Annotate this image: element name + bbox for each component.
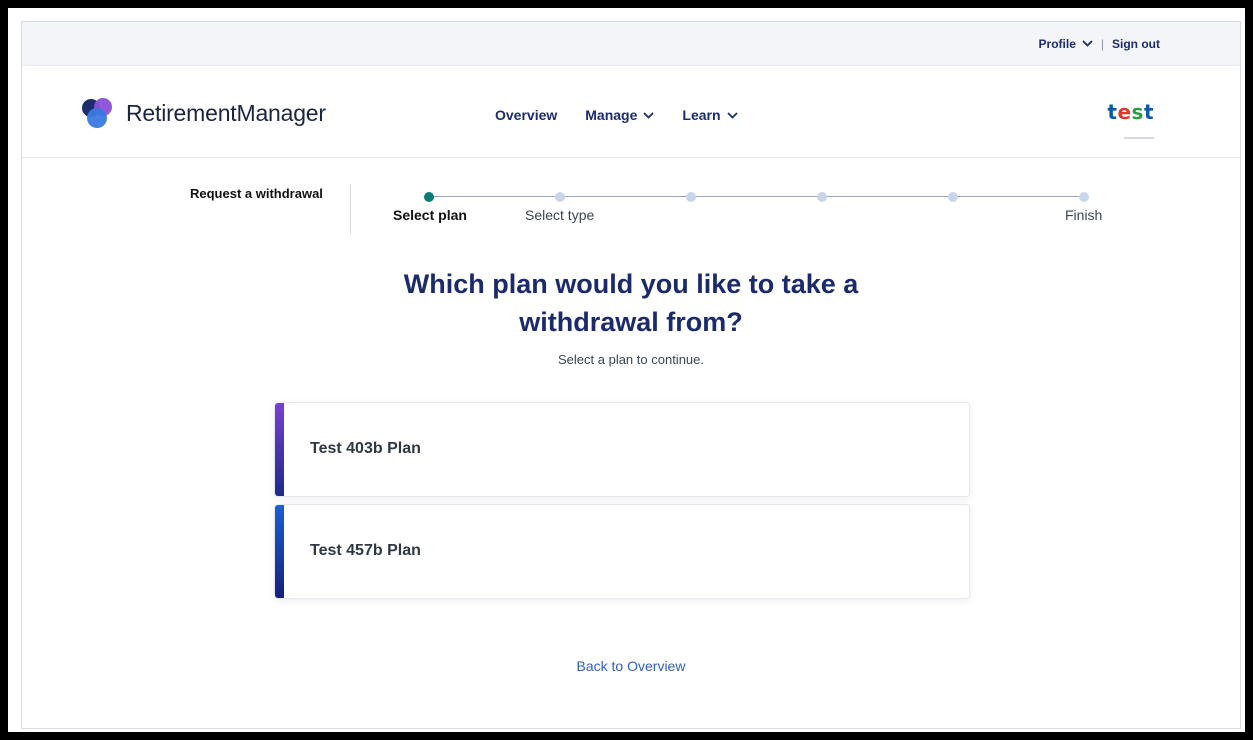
step-dot-3 bbox=[686, 192, 696, 202]
stepper-title: Request a withdrawal bbox=[190, 186, 323, 201]
nav-manage-label: Manage bbox=[585, 107, 638, 123]
nav-overview[interactable]: Overview bbox=[495, 107, 557, 123]
utility-separator: | bbox=[1100, 36, 1104, 51]
profile-menu[interactable]: Profile bbox=[1039, 37, 1093, 51]
site-header: RetirementManager Overview Manage Learn … bbox=[22, 66, 1240, 158]
plan-card-403b[interactable]: Test 403b Plan bbox=[274, 402, 970, 497]
step-label-select-type: Select type bbox=[525, 207, 595, 223]
page-title: Which plan would you like to take a with… bbox=[22, 265, 1240, 341]
step-dot-2 bbox=[555, 192, 565, 202]
page-title-line-2: withdrawal from? bbox=[519, 307, 743, 337]
brand-letter: e bbox=[1117, 100, 1132, 124]
window-frame: Profile | Sign out RetirementManager Ove… bbox=[8, 8, 1245, 732]
nav-manage[interactable]: Manage bbox=[585, 107, 655, 123]
brand-underline bbox=[1124, 137, 1154, 139]
page-subtitle: Select a plan to continue. bbox=[558, 352, 704, 367]
nav-overview-label: Overview bbox=[495, 107, 558, 123]
chevron-down-icon bbox=[643, 111, 655, 119]
chevron-down-icon bbox=[726, 111, 738, 119]
logo[interactable]: RetirementManager bbox=[80, 96, 326, 130]
page: Profile | Sign out RetirementManager Ove… bbox=[21, 21, 1241, 729]
utility-bar: Profile | Sign out bbox=[22, 22, 1240, 66]
nav-learn-label: Learn bbox=[682, 107, 721, 123]
plan-name: Test 457b Plan bbox=[310, 542, 421, 559]
page-title-line-1: Which plan would you like to take a bbox=[403, 269, 859, 299]
brand-letter: t bbox=[1107, 100, 1118, 124]
plan-card-457b[interactable]: Test 457b Plan bbox=[274, 504, 970, 599]
logo-text: RetirementManager bbox=[126, 99, 326, 126]
step-dot-6 bbox=[1079, 192, 1089, 202]
stepper-divider bbox=[350, 184, 351, 234]
plan-card-accent bbox=[275, 403, 284, 496]
plan-card-accent bbox=[275, 505, 284, 598]
stepper: Request a withdrawal Select plan Select … bbox=[22, 158, 1240, 243]
back-to-overview-link[interactable]: Back to Overview bbox=[22, 658, 1240, 674]
step-dot-4 bbox=[817, 192, 827, 202]
step-label-select-plan: Select plan bbox=[393, 207, 467, 223]
logo-mark-icon bbox=[82, 98, 112, 128]
brand-letter: t bbox=[1143, 100, 1154, 124]
nav-learn[interactable]: Learn bbox=[682, 107, 738, 123]
brand-letter: s bbox=[1131, 100, 1144, 124]
employer-brand-logo: test bbox=[1107, 100, 1154, 124]
sign-out-link[interactable]: Sign out bbox=[1112, 37, 1160, 51]
profile-label: Profile bbox=[1038, 36, 1076, 51]
step-dot-1 bbox=[424, 192, 434, 202]
main-nav: Overview Manage Learn bbox=[495, 107, 738, 123]
chevron-down-icon bbox=[1082, 40, 1093, 47]
plan-name: Test 403b Plan bbox=[310, 440, 421, 457]
stepper-track bbox=[430, 196, 1084, 197]
step-label-finish: Finish bbox=[1065, 207, 1103, 223]
step-dot-5 bbox=[948, 192, 958, 202]
